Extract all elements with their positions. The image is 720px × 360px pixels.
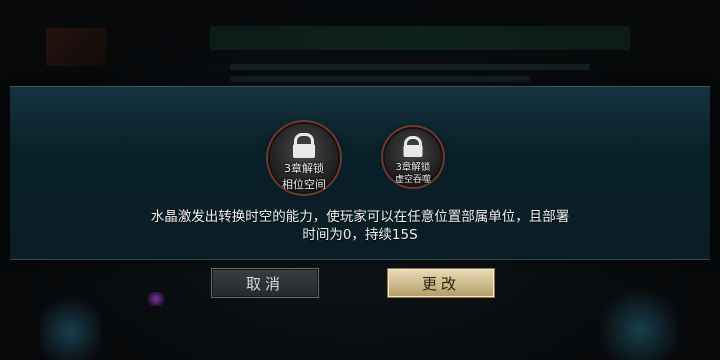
background-text-line (230, 64, 590, 70)
change-button[interactable]: 更改 (387, 268, 495, 298)
background-banner (210, 26, 630, 50)
skill-unlock-label: 3章解锁 (395, 162, 431, 173)
background-gem-icon (146, 292, 166, 306)
background-text-line (230, 76, 530, 82)
skill-slot-void-devour[interactable]: 3章解锁 虚空吞噬 (385, 129, 441, 185)
skill-description: 水晶激发出转换时空的能力，使玩家可以在任意位置部属单位，且部署 时间为0，持续1… (100, 208, 620, 244)
skill-name-label: 相位空间 (282, 178, 326, 191)
cancel-button[interactable]: 取消 (211, 268, 319, 298)
background-glow-left (40, 290, 100, 360)
skill-description-line: 水晶激发出转换时空的能力，使玩家可以在任意位置部属单位，且部署 (150, 209, 570, 225)
background-portrait (46, 28, 106, 66)
skill-name-label: 虚空吞噬 (394, 175, 431, 185)
skill-slot-phase-space[interactable]: 3章解锁 相位空间 (270, 124, 338, 192)
skill-description-line: 时间为0，持续15S (302, 227, 418, 243)
background-glow-right (600, 285, 680, 360)
skill-unlock-label: 3章解锁 (284, 162, 324, 175)
